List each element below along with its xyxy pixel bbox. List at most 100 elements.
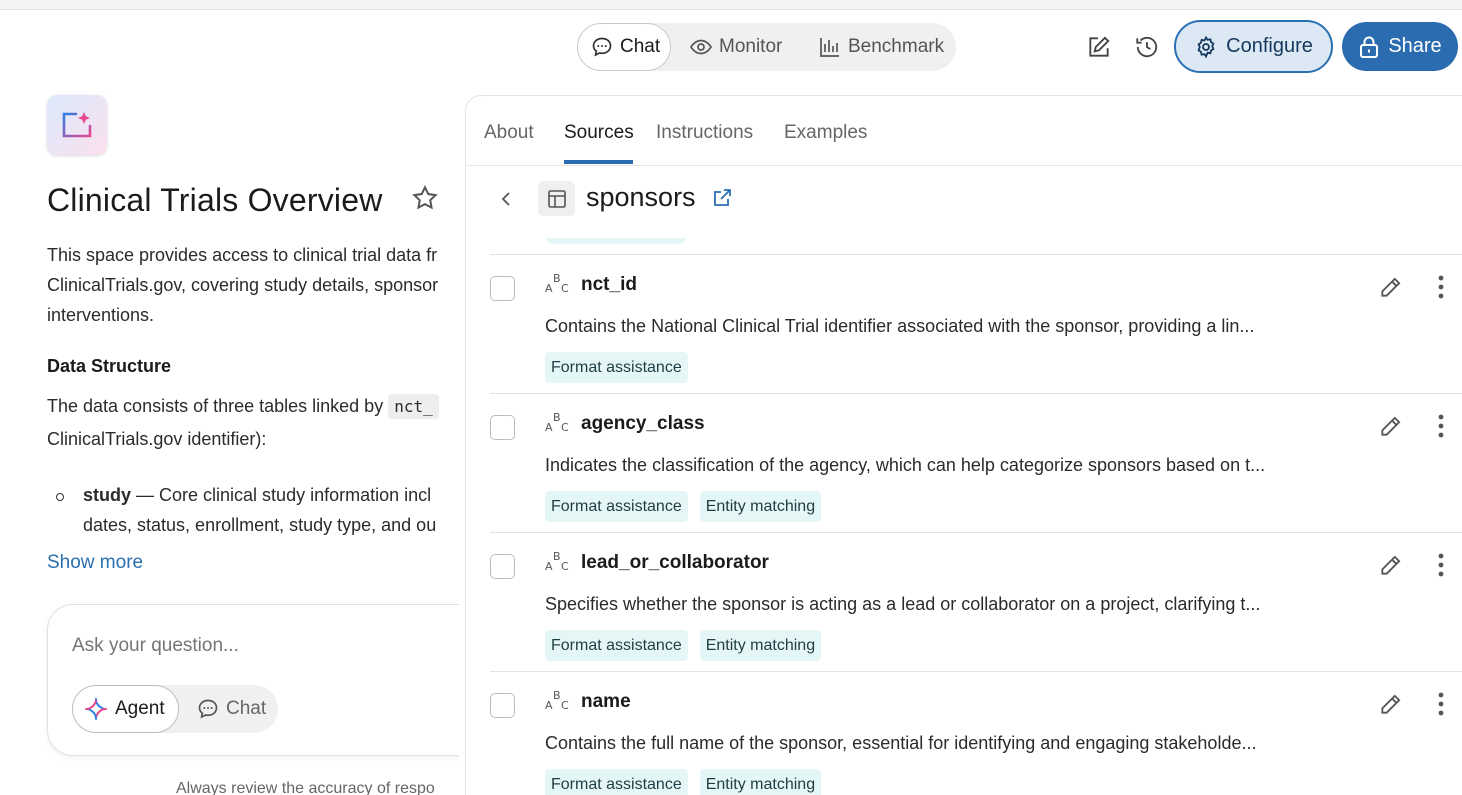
tab-sources[interactable]: Sources <box>564 122 634 144</box>
column-checkbox[interactable] <box>490 554 515 579</box>
edit-space-button[interactable] <box>1085 33 1113 61</box>
history-icon <box>1136 36 1158 58</box>
column-row: ABC lead_or_collaborator Specifies wheth… <box>490 532 1462 671</box>
edit-column-button[interactable] <box>1378 552 1404 578</box>
column-checkbox[interactable] <box>490 693 515 718</box>
show-more-link[interactable]: Show more <box>47 552 143 574</box>
column-checkbox[interactable] <box>490 276 515 301</box>
svg-text:A: A <box>545 282 553 295</box>
mode-chat-tab[interactable]: Chat <box>577 23 671 71</box>
sparkle-frame-icon <box>62 112 92 138</box>
share-label: Share <box>1388 35 1442 57</box>
space-logo <box>47 95 107 155</box>
bullet-text: — Core clinical study information incl <box>131 485 432 505</box>
edit-column-button[interactable] <box>1378 274 1404 300</box>
assistance-tag: Entity matching <box>699 491 822 522</box>
section-heading: Data Structure <box>47 356 172 376</box>
configure-button[interactable]: Configure <box>1174 20 1333 73</box>
column-tags: Format assistance <box>545 352 688 383</box>
more-options-button[interactable] <box>1428 273 1454 301</box>
column-row: ABC agency_class Indicates the classific… <box>490 393 1462 532</box>
bar-chart-icon <box>820 38 839 57</box>
column-checkbox[interactable] <box>490 415 515 440</box>
app-window: Chat Monitor Benchmark Configure Share C… <box>0 9 1462 795</box>
eye-icon <box>690 39 712 55</box>
bullet-text: dates, status, enrollment, study type, a… <box>83 515 437 535</box>
svg-text:C: C <box>561 560 569 573</box>
table-icon <box>538 181 575 216</box>
description-line: ClinicalTrials.gov, covering study detai… <box>47 275 439 295</box>
chat-bubble-icon <box>592 37 612 57</box>
column-description: Contains the National Clinical Trial ide… <box>545 316 1255 336</box>
pencil-icon <box>1381 694 1401 714</box>
svg-text:B: B <box>553 689 561 702</box>
active-tab-indicator <box>564 160 633 164</box>
assistance-tag: Format assistance <box>545 769 688 795</box>
paragraph-text: ClinicalTrials.gov identifier): <box>47 429 267 449</box>
svg-text:B: B <box>553 411 561 424</box>
page-title: Clinical Trials Overview <box>47 182 383 218</box>
source-name: sponsors <box>586 182 696 212</box>
column-list: ABC nct_id Contains the National Clinica… <box>490 254 1462 795</box>
assistance-tag: Entity matching <box>699 769 822 795</box>
tab-instructions[interactable]: Instructions <box>656 122 753 144</box>
column-name: nct_id <box>581 274 637 295</box>
data-structure-paragraph: The data consists of three tables linked… <box>47 390 459 455</box>
svg-text:B: B <box>553 550 561 563</box>
column-name: name <box>581 691 631 712</box>
assistance-tag: Format assistance <box>545 352 688 383</box>
back-button[interactable] <box>498 190 516 208</box>
gear-icon <box>1197 35 1215 58</box>
space-overview: Clinical Trials Overview This space prov… <box>0 90 459 795</box>
string-type-icon: ABC <box>545 550 571 574</box>
svg-text:C: C <box>561 699 569 712</box>
column-tags: Format assistance Entity matching <box>545 491 822 522</box>
open-external-button[interactable] <box>712 188 732 208</box>
svg-text:C: C <box>561 421 569 434</box>
kebab-menu-icon <box>1438 275 1444 299</box>
column-description: Indicates the classification of the agen… <box>545 455 1266 475</box>
svg-text:A: A <box>545 699 553 712</box>
mode-monitor-tab[interactable]: Monitor <box>689 23 782 71</box>
more-options-button[interactable] <box>1428 412 1454 440</box>
string-type-icon: ABC <box>545 272 571 296</box>
chat-bubble-icon <box>198 699 218 719</box>
chat-mode-button[interactable]: Chat <box>196 685 266 733</box>
pencil-icon <box>1381 555 1401 575</box>
svg-text:B: B <box>553 272 561 285</box>
description-line: This space provides access to clinical t… <box>47 245 438 265</box>
column-name: agency_class <box>581 413 705 434</box>
bullet-term: study <box>83 485 132 505</box>
string-type-icon: ABC <box>545 689 571 713</box>
ask-mode-switcher: Agent Chat <box>72 685 278 733</box>
more-options-button[interactable] <box>1428 551 1454 579</box>
inline-code: nct_ <box>388 394 439 419</box>
assistance-tag: Entity matching <box>699 630 822 661</box>
favorite-button[interactable] <box>411 184 439 212</box>
assistance-tag: Format assistance <box>545 630 688 661</box>
history-button[interactable] <box>1133 33 1161 61</box>
mode-benchmark-label: Benchmark <box>848 36 945 57</box>
column-tags: Format assistance Entity matching <box>545 769 822 795</box>
lock-icon <box>1360 36 1379 58</box>
agent-mode-button[interactable]: Agent <box>72 685 179 733</box>
tab-about[interactable]: About <box>484 122 534 144</box>
ask-question-box: Agent Chat <box>47 604 459 756</box>
share-button[interactable]: Share <box>1342 22 1458 71</box>
mode-benchmark-tab[interactable]: Benchmark <box>818 23 944 71</box>
column-row: ABC nct_id Contains the National Clinica… <box>490 254 1462 393</box>
edit-square-icon <box>1089 36 1110 57</box>
mode-switcher: Chat Monitor Benchmark <box>577 23 956 71</box>
tab-examples[interactable]: Examples <box>784 122 867 144</box>
more-options-button[interactable] <box>1428 690 1454 718</box>
pencil-icon <box>1381 277 1401 297</box>
kebab-menu-icon <box>1438 414 1444 438</box>
pencil-icon <box>1381 416 1401 436</box>
chevron-left-icon <box>501 192 510 206</box>
edit-column-button[interactable] <box>1378 413 1404 439</box>
assistance-tag: Format assistance <box>545 491 688 522</box>
kebab-menu-icon <box>1438 553 1444 577</box>
question-input[interactable] <box>72 635 452 657</box>
edit-column-button[interactable] <box>1378 691 1404 717</box>
column-description: Specifies whether the sponsor is acting … <box>545 594 1261 614</box>
